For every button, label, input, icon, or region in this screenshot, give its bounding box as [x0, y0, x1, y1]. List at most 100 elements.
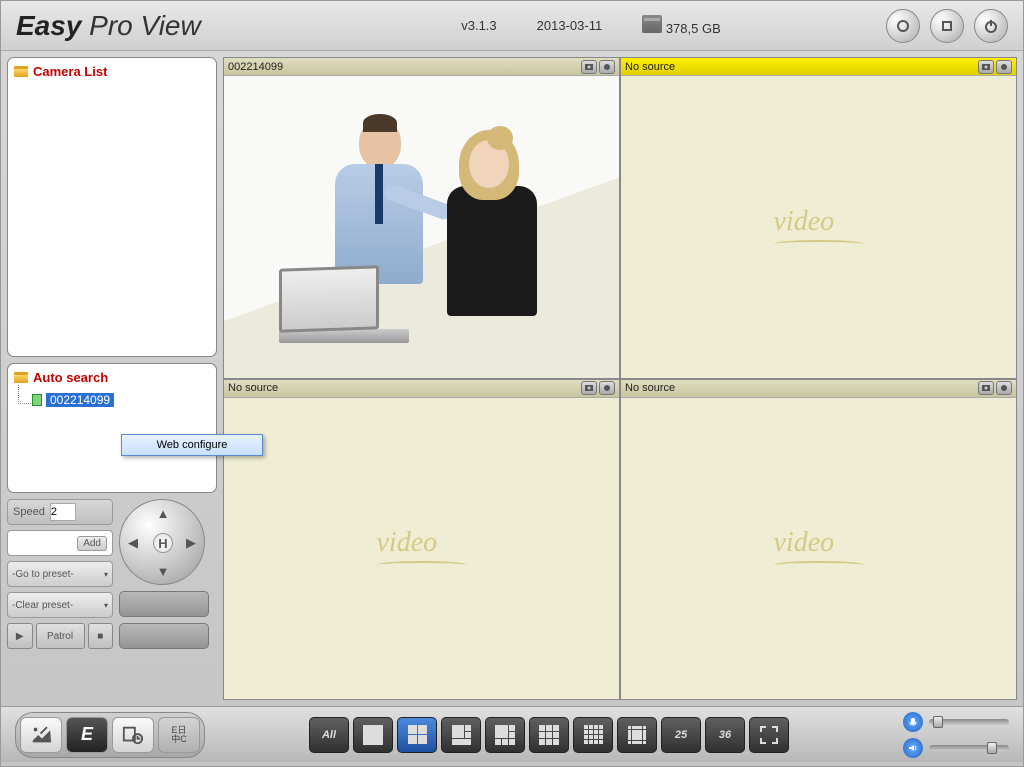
logo-bold: Easy: [16, 10, 81, 41]
video-cell-4[interactable]: No source video: [621, 380, 1016, 700]
ptz-down-button[interactable]: ▼: [153, 561, 173, 581]
patrol-play-button[interactable]: ▶: [7, 623, 33, 649]
goto-preset-select[interactable]: -Go to preset-: [7, 561, 113, 587]
ptz-dial: ▲ ▼ ◀ ▶ H: [119, 499, 205, 585]
device-id[interactable]: 002214099: [46, 393, 114, 407]
add-preset-button[interactable]: Add: [77, 536, 107, 551]
auto-search-panel: Auto search 002214099: [7, 363, 217, 493]
layout-all-button[interactable]: All: [309, 717, 349, 753]
video-cell-3[interactable]: No source video: [224, 380, 619, 700]
auto-search-label: Auto search: [33, 370, 108, 385]
layout-buttons: All 25 36: [309, 717, 789, 753]
speed-input[interactable]: [50, 503, 76, 521]
logo-light: Pro View: [81, 10, 200, 41]
snapshot-icon[interactable]: [581, 381, 597, 395]
speed-control: Speed: [7, 499, 113, 525]
speed-label: Speed: [13, 506, 45, 518]
storage-value: 378,5 GB: [666, 21, 721, 36]
events-button[interactable]: E: [66, 717, 108, 753]
ptz-left-button[interactable]: ◀: [123, 533, 143, 553]
layout-9-button[interactable]: [529, 717, 569, 753]
fullscreen-button[interactable]: [749, 717, 789, 753]
laptop-figure: [279, 267, 419, 347]
speaker-icon[interactable]: [903, 738, 923, 758]
storage-info: 378,5 GB: [642, 15, 721, 36]
preset-name-input[interactable]: [13, 534, 72, 552]
layout-16-button[interactable]: [573, 717, 613, 753]
language-button[interactable]: E日中C: [158, 717, 200, 753]
video-cell-2[interactable]: No source video: [621, 58, 1016, 378]
ptz-home-button[interactable]: H: [153, 533, 173, 553]
speaker-slider[interactable]: [929, 745, 1009, 751]
audio-controls: [903, 712, 1009, 758]
record-toggle-icon[interactable]: [599, 381, 615, 395]
folder-icon: [14, 372, 28, 383]
layout-4-button[interactable]: [397, 717, 437, 753]
app-header: Easy Pro View v3.1.3 2013-03-11 378,5 GB: [1, 1, 1023, 51]
video-placeholder: video: [621, 398, 1016, 700]
footer-toolbar: E E日中C All 25 36: [1, 706, 1023, 762]
cell-title: No source: [228, 382, 278, 394]
video-placeholder: video: [621, 76, 1016, 378]
layout-1-button[interactable]: [353, 717, 393, 753]
ptz-right-button[interactable]: ▶: [181, 533, 201, 553]
snapshot-icon[interactable]: [978, 381, 994, 395]
schedule-button[interactable]: [112, 717, 154, 753]
camera-list-label: Camera List: [33, 64, 107, 79]
ptz-panel: Speed Add -Go to preset- -Clear preset- …: [7, 499, 217, 689]
layout-custom-button[interactable]: [617, 717, 657, 753]
disk-icon: [642, 15, 662, 33]
context-web-configure[interactable]: Web configure: [130, 439, 254, 451]
app-date: 2013-03-11: [537, 18, 603, 33]
header-buttons: [886, 9, 1008, 43]
video-feed: [224, 76, 619, 378]
layout-8-button[interactable]: [485, 717, 525, 753]
cell-header: No source: [621, 58, 1016, 76]
patrol-button[interactable]: Patrol: [36, 623, 85, 649]
context-menu: Web configure: [121, 434, 263, 456]
main-area: Camera List Auto search 002214099 Speed: [1, 51, 1023, 706]
cell-header: 002214099: [224, 58, 619, 76]
ptz-extra-button-1[interactable]: [119, 591, 209, 617]
cell-header: No source: [621, 380, 1016, 398]
layout-6-button[interactable]: [441, 717, 481, 753]
app-version: v3.1.3: [461, 18, 496, 33]
snapshot-icon[interactable]: [978, 60, 994, 74]
auto-search-title: Auto search: [14, 370, 210, 385]
header-info: v3.1.3 2013-03-11 378,5 GB: [296, 15, 886, 36]
folder-icon: [14, 66, 28, 77]
person-figure: [453, 136, 553, 326]
cell-title: 002214099: [228, 61, 283, 73]
settings-button[interactable]: [20, 717, 62, 753]
record-toggle-icon[interactable]: [996, 60, 1012, 74]
layout-36-button[interactable]: 36: [705, 717, 745, 753]
camera-list-panel: Camera List: [7, 57, 217, 357]
app-logo: Easy Pro View: [16, 10, 296, 42]
preset-name-row: Add: [7, 530, 113, 556]
record-toggle-icon[interactable]: [996, 381, 1012, 395]
tool-button-group: E E日中C: [15, 712, 205, 758]
cell-header: No source: [224, 380, 619, 398]
device-tree-item[interactable]: 002214099: [32, 393, 210, 407]
patrol-stop-button[interactable]: ■: [88, 623, 114, 649]
cell-title: No source: [625, 61, 675, 73]
video-cell-1[interactable]: 002214099: [224, 58, 619, 378]
ptz-extra-button-2[interactable]: [119, 623, 209, 649]
stop-button[interactable]: [930, 9, 964, 43]
ptz-up-button[interactable]: ▲: [153, 503, 173, 523]
video-placeholder: video: [224, 398, 619, 700]
record-button[interactable]: [886, 9, 920, 43]
person-figure: [335, 118, 425, 288]
clear-preset-select[interactable]: -Clear preset-: [7, 592, 113, 618]
cell-title: No source: [625, 382, 675, 394]
camera-list-title: Camera List: [14, 64, 210, 79]
video-grid: 002214099 No source video No source: [223, 57, 1017, 700]
mic-slider[interactable]: [929, 719, 1009, 725]
snapshot-icon[interactable]: [581, 60, 597, 74]
power-button[interactable]: [974, 9, 1008, 43]
record-toggle-icon[interactable]: [599, 60, 615, 74]
mic-icon[interactable]: [903, 712, 923, 732]
layout-25-button[interactable]: 25: [661, 717, 701, 753]
sidebar: Camera List Auto search 002214099 Speed: [7, 57, 217, 700]
device-icon: [32, 394, 42, 406]
